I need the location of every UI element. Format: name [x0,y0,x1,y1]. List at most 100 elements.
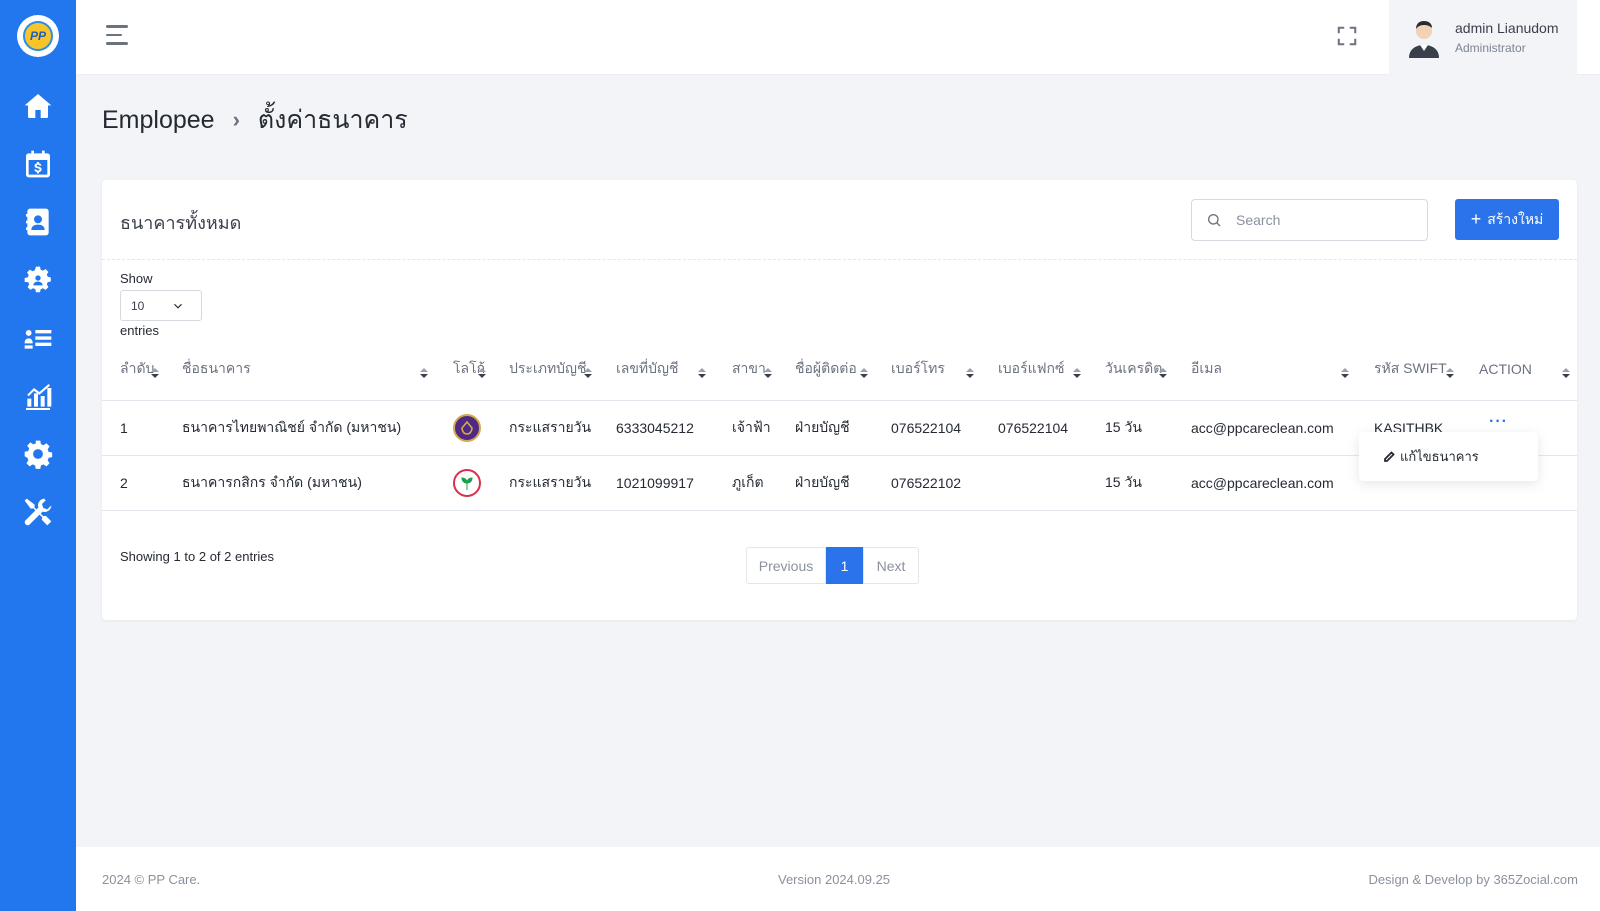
table-info: Showing 1 to 2 of 2 entries [120,549,275,564]
next-page-button[interactable]: Next [863,547,919,584]
user-menu[interactable]: admin Lianudom Administrator [1389,0,1577,75]
cell-phone: 076522104 [873,400,980,456]
card-title: ธนาคารทั้งหมด [120,213,242,233]
cell-no: 1 [102,400,164,456]
sort-icon [151,368,159,380]
kbank-logo-icon [453,468,481,497]
cell-bank-name: ธนาคารกสิกร จำกัด (มหาชน) [164,455,435,511]
col-header[interactable]: เลขที่บัญชี [598,345,714,401]
search-box[interactable] [1191,199,1428,241]
col-header[interactable]: รหัส SWIFT [1356,345,1461,401]
menu-toggle-icon[interactable] [106,25,132,47]
sort-icon [1073,368,1081,380]
table-row: 1 ธนาคารไทยพาณิชย์ จำกัด (มหาชน) กระแสรา… [102,400,1577,456]
cell-phone: 076522102 [873,455,980,511]
sort-icon [1562,368,1570,380]
avatar [1409,20,1439,58]
settings-gear-icon[interactable] [0,425,76,483]
cell-logo [435,455,491,511]
cell-contact: ฝ่ายบัญชี [777,400,873,456]
footer-copyright: 2024 © PP Care. [102,871,201,887]
page-title: ตั้งค่าธนาคาร [257,106,408,134]
logo-mark: PP [23,21,53,51]
col-header[interactable]: โลโก้ [435,345,491,401]
col-header[interactable]: เบอร์แฟกซ์ [980,345,1087,401]
cell-bank-name: ธนาคารไทยพาณิชย์ จำกัด (มหาชน) [164,400,435,456]
col-header[interactable]: สาขา [714,345,777,401]
sort-icon [1159,368,1167,380]
footer: 2024 © PP Care. Version 2024.09.25 Desig… [76,847,1600,911]
sort-icon [764,368,772,380]
bank-table: ลำดับ ชื่อธนาคาร โลโก้ ประเภทบัญชี เลขที… [102,345,1577,511]
fullscreen-icon[interactable] [1336,25,1358,47]
cell-email: acc@ppcareclean.com [1173,400,1356,456]
cell-branch: ภูเก็ต [714,455,777,511]
breadcrumb-root[interactable]: Emplopee [102,106,215,135]
contacts-book-icon[interactable] [0,193,76,251]
sort-icon [584,368,592,380]
search-input[interactable] [1236,212,1416,228]
sidebar: PP [0,0,76,911]
entries-value: 10 [131,298,145,313]
calendar-dollar-icon[interactable] [0,135,76,193]
col-header[interactable]: อีเมล [1173,345,1356,401]
footer-version: Version 2024.09.25 [778,871,891,887]
more-options-icon[interactable]: ··· [1489,413,1508,430]
cell-contact: ฝ่ายบัญชี [777,455,873,511]
cell-credit: 15 วัน [1087,400,1173,456]
footer-credit: Design & Develop by 365Zocial.com [1368,871,1578,887]
sort-icon [420,368,428,380]
cell-account-type: กระแสรายวัน [491,455,598,511]
user-name: admin Lianudom [1455,20,1559,36]
cell-fax: 076522104 [980,400,1087,456]
edit-bank-label: แก้ไขธนาคาร [1400,449,1479,464]
sort-icon [1341,368,1349,380]
col-header[interactable]: ACTION [1461,345,1577,401]
search-icon [1208,214,1221,227]
cell-fax [980,455,1087,511]
col-header[interactable]: ชื่อผู้ติดต่อ [777,345,873,401]
cell-logo [435,400,491,456]
col-header[interactable]: ลำดับ [102,345,164,401]
col-header[interactable]: ชื่อธนาคาร [164,345,435,401]
cell-email: acc@ppcareclean.com [1173,455,1356,511]
cell-branch: เจ้าฟ้า [714,400,777,456]
chevron-right-icon: › [232,107,240,132]
create-new-label: สร้างใหม่ [1487,210,1544,227]
page-1-button[interactable]: 1 [826,547,863,584]
edit-bank-menu-item[interactable]: แก้ไขธนาคาร [1359,432,1538,481]
sort-icon [478,368,486,380]
bank-list-card: ธนาคารทั้งหมด + สร้างใหม่ Show 10 entrie… [102,180,1577,620]
cell-no: 2 [102,455,164,511]
create-new-button[interactable]: + สร้างใหม่ [1455,199,1559,240]
col-header[interactable]: วันเครดิต [1087,345,1173,401]
table-header-row: ลำดับ ชื่อธนาคาร โลโก้ ประเภทบัญชี เลขที… [102,345,1577,401]
user-role: Administrator [1455,41,1526,55]
entries-select[interactable]: 10 [120,290,202,321]
sort-icon [860,368,868,380]
sort-icon [966,368,974,380]
cell-account-no: 1021099917 [598,455,714,511]
sort-icon [1446,368,1454,380]
plus-icon: + [1470,209,1482,229]
team-gear-icon[interactable] [0,251,76,309]
pagination: Previous 1 Next [746,547,919,584]
breadcrumb: Emplopee › ตั้งค่าธนาคาร [102,100,408,140]
chevron-down-icon [174,303,182,309]
tools-icon[interactable] [0,483,76,541]
table-row: 2 ธนาคารกสิกร จำกัด (มหาชน) กระแสรายวัน … [102,455,1577,511]
cell-credit: 15 วัน [1087,455,1173,511]
cell-account-type: กระแสรายวัน [491,400,598,456]
col-header[interactable]: เบอร์โทร [873,345,980,401]
previous-page-button[interactable]: Previous [746,547,826,584]
cell-account-no: 6333045212 [598,400,714,456]
entries-label: entries [120,323,160,338]
app-logo[interactable]: PP [17,15,59,57]
chart-icon[interactable] [0,367,76,425]
user-list-icon[interactable] [0,309,76,367]
sort-icon [698,368,706,380]
home-icon[interactable] [0,77,76,135]
pencil-icon [1384,450,1395,462]
col-header[interactable]: ประเภทบัญชี [491,345,598,401]
topbar: admin Lianudom Administrator [76,0,1600,75]
